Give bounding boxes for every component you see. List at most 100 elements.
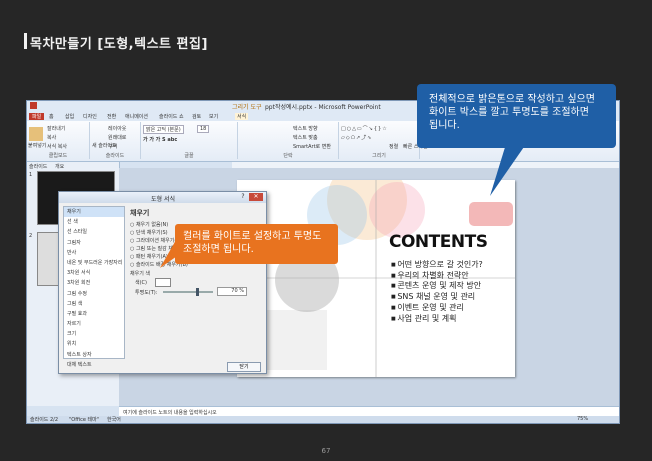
thumb-number: 1 [29,172,33,178]
nav-item[interactable]: 그림 색 [64,299,124,309]
color-section-label: 채우기 색 [130,271,150,277]
list-item: 콘텐츠 운영 및 제작 방안 [391,281,483,292]
shapes-gallery[interactable]: □○△▭⌒↘{}☆ [341,125,388,132]
close-dialog-button[interactable]: 닫기 [227,362,261,372]
nav-item[interactable]: 자르기 [64,319,124,329]
nav-item[interactable]: 그림 수정 [64,289,124,299]
text-align-button[interactable]: 텍스트 맞춤 [293,134,318,141]
color-picker[interactable] [155,278,171,287]
callout-orange: 컬러를 화이트로 설정하고 투명도 조절하면 됩니다. [175,224,338,264]
smartart-button[interactable]: SmartArt로 변환 [293,143,331,150]
format-painter-button[interactable]: 서식 복사 [47,143,67,150]
layout-button[interactable]: 레이아웃 [108,125,126,132]
tab-file[interactable]: 파일 [29,113,45,120]
reset-button[interactable]: 원래대로 [108,134,126,141]
tab-insert[interactable]: 삽입 [65,113,74,120]
slide[interactable]: CONTENTS 어떤 방향으로 갈 것인가? 우리의 차별화 전략안 콘텐츠 … [237,180,515,377]
cut-button[interactable]: 잘라내기 [47,125,65,132]
tab-animations[interactable]: 애니메이션 [125,113,148,120]
panel-tabs: 슬라이드 개요 [29,163,64,170]
nav-item[interactable]: 구필 효과 [64,309,124,319]
tab-design[interactable]: 디자인 [83,113,97,120]
option-solid-fill[interactable]: 단색 채우기(S) [130,229,168,236]
section-button[interactable]: 구역 [108,143,117,150]
shapes-gallery-row2[interactable]: ▱◇⬠↗⤴∿ [341,134,372,141]
callout-line: 됩니다. [429,120,460,131]
group-label: 클립보드 [48,153,68,159]
callout-line: 컬러를 화이트로 설정하고 투명도 [183,231,322,242]
zoom-level[interactable]: 75% [577,416,588,422]
callout-pointer-blue [490,144,526,196]
font-size-select[interactable]: 18 [197,125,210,133]
list-item: SNS 채널 운영 및 관리 [391,292,483,303]
nav-item[interactable]: 그림자 [64,238,124,248]
group-font: 맑은 고딕 (본문) 18 가 가 가 S abc 글꼴 [141,122,238,159]
thumb-number: 2 [29,233,33,239]
page-number: 67 [321,447,331,455]
font-select[interactable]: 맑은 고딕 (본문) [143,125,184,134]
nav-item[interactable]: 네온 및 부드러운 가장자리 [64,258,124,268]
help-icon[interactable]: ? [239,193,247,201]
paste-button[interactable]: 붙여넣기 [28,142,46,149]
color-label: 색(C) [135,280,147,286]
nav-item[interactable]: 위치 [64,339,124,349]
page-title: 목차만들기 [도형,텍스트 편집] [30,37,208,52]
nav-item[interactable]: 선 스타일 [64,227,124,237]
nav-item[interactable]: 3차원 서식 [64,268,124,278]
arrange-button[interactable]: 정렬 [389,143,398,150]
callout-line: 화이트 박스를 깔고 투명도를 조절하면 [429,107,589,118]
bold-icon[interactable]: 가 가 가 S abc [143,136,177,143]
language: 한국어 [107,417,121,423]
nav-item[interactable]: 반사 [64,248,124,258]
nav-item[interactable]: 대체 텍스트 [64,360,124,370]
tab-format[interactable]: 서식 [235,113,249,120]
text-direction-button[interactable]: 텍스트 방향 [293,125,318,132]
notes-placeholder: 여기에 슬라이드 노트의 내용을 입력하십시오 [123,410,217,416]
tab-outline[interactable]: 개요 [55,164,64,170]
app-icon [30,102,37,109]
option-no-fill[interactable]: 채우기 없음(N) [130,221,168,228]
panel-heading: 채우기 [130,209,150,217]
close-button[interactable]: ✕ [249,193,263,201]
transparency-slider[interactable] [163,288,213,296]
dialog-titlebar: 도형 서식 ? ✕ [59,192,266,203]
group-label: 글꼴 [184,153,194,159]
group-label: 그리기 [372,153,386,159]
transparency-input[interactable]: 70 % [217,287,247,296]
list-item: 어떤 방향으로 갈 것인가? [391,260,482,271]
format-shape-dialog: 도형 서식 ? ✕ 채우기 선 색 선 스타일 그림자 반사 네온 및 부드러운… [58,191,267,374]
contents-heading: CONTENTS [389,232,488,252]
nav-item[interactable]: 크기 [64,329,124,339]
dialog-nav: 채우기 선 색 선 스타일 그림자 반사 네온 및 부드러운 가장자리 3차원 … [63,206,125,368]
dialog-title: 도형 서식 [151,196,175,203]
context-tab-group: 그리기 도구 [232,104,262,111]
status-bar: 슬라이드 2/2 "Office 테마" 한국어 75% [27,416,619,423]
tab-transitions[interactable]: 전환 [107,113,116,120]
nav-item[interactable]: 3차원 회전 [64,278,124,288]
title-accent-bar [24,33,27,49]
theme-name: "Office 테마" [69,417,99,423]
list-item: 이벤트 운영 및 관리 [391,303,483,314]
group-slides: 새 슬라이드 레이아웃 원래대로 구역 슬라이드 [90,122,141,159]
nav-item[interactable]: 선 색 [64,217,124,227]
paste-icon[interactable] [29,127,43,141]
tab-slides[interactable]: 슬라이드 [29,164,47,170]
callout-line: 조절하면 됩니다. [183,244,254,255]
list-item: 사업 관리 및 계획 [391,314,483,325]
nav-item[interactable]: 텍스트 상자 [64,350,124,360]
tab-view[interactable]: 보기 [209,113,218,120]
copy-button[interactable]: 복사 [47,134,56,141]
transparency-label: 투명도(T): [135,290,158,296]
group-paragraph: 텍스트 방향 텍스트 맞춤 SmartArt로 변환 단락 [238,122,339,159]
callout-blue: 전체적으로 밝은톤으로 작성하고 싶으면 화이트 박스를 깔고 투명도를 조절하… [417,84,616,148]
list-item: 우리의 차별화 전략안 [391,271,483,282]
nav-item[interactable]: 채우기 [64,207,124,218]
slider-thumb[interactable] [195,288,199,296]
tab-review[interactable]: 검토 [192,113,201,120]
tab-home[interactable]: 홈 [49,113,54,120]
slide-info: 슬라이드 2/2 [30,417,59,423]
callout-line: 전체적으로 밝은톤으로 작성하고 싶으면 [429,94,595,105]
window-title: ppt작성예시.pptx - Microsoft PowerPoint [265,104,381,111]
tab-slideshow[interactable]: 슬라이드 쇼 [159,113,184,120]
group-label: 단락 [283,153,293,159]
